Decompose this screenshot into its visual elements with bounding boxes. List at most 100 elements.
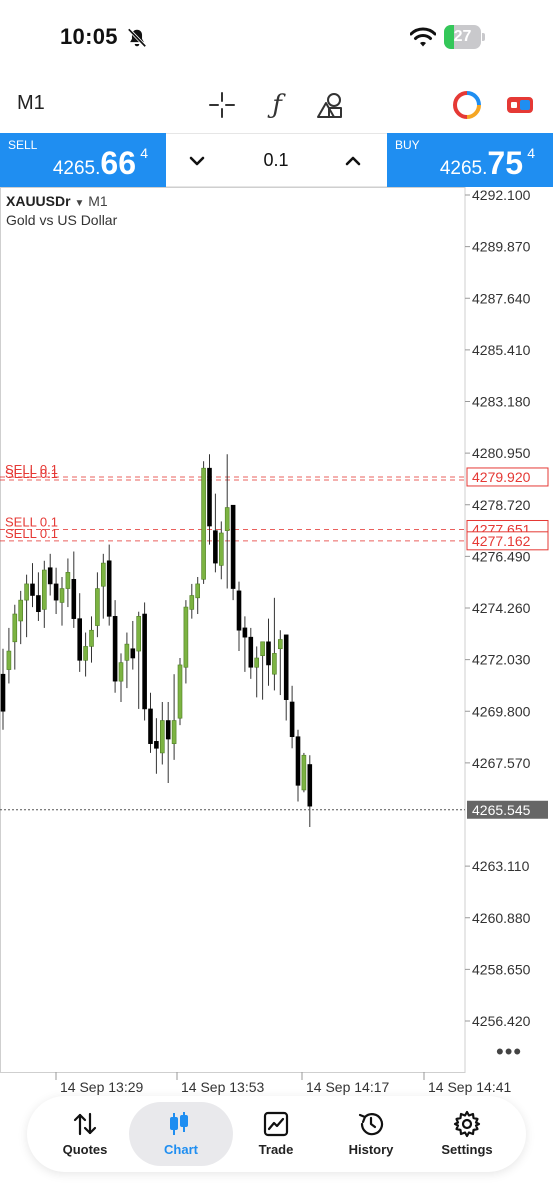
plot-area: [0, 187, 466, 1073]
candle-body: [171, 720, 177, 744]
status-bar: 10:05 27: [0, 0, 553, 80]
y-tick-label: 4263.110: [472, 858, 530, 874]
candle-body: [230, 504, 236, 589]
candle-body: [101, 562, 106, 587]
candle-body: [277, 639, 283, 650]
candle-body: [59, 588, 65, 603]
status-time: 10:05: [60, 24, 118, 49]
candle-body: [83, 646, 88, 661]
candle-body: [307, 764, 313, 807]
dropdown-arrow-icon: ▼: [74, 198, 85, 209]
candle-body: [118, 662, 124, 682]
symbol-title[interactable]: XAUUSDr ▼ M1: [6, 193, 108, 209]
x-tick-label: 14 Sep 13:53: [181, 1079, 265, 1095]
candle-body: [130, 648, 136, 659]
one-click-trading-icon[interactable]: [505, 90, 535, 120]
crosshair-icon[interactable]: [207, 90, 237, 120]
y-tick-label: 4278.720: [472, 497, 531, 513]
order-price-label: 4279.920: [472, 469, 531, 485]
candle-body: [77, 618, 82, 661]
candle-body: [30, 583, 35, 596]
symbol-description: Gold vs US Dollar: [6, 212, 118, 228]
candle-body: [289, 701, 295, 738]
candle-body: [254, 657, 259, 668]
candle-body: [195, 583, 200, 599]
sell-button[interactable]: SELL 4265.66 4: [0, 133, 166, 187]
order-line-label: SELL 0.1: [5, 526, 58, 541]
candle-body: [213, 530, 218, 564]
history-icon: [358, 1113, 384, 1136]
y-tick-label: 4267.570: [472, 755, 531, 771]
signals-icon[interactable]: [452, 90, 482, 120]
buy-button[interactable]: BUY 4265.75 4: [387, 133, 553, 187]
x-tick-label: 14 Sep 14:17: [306, 1079, 390, 1095]
candle-body: [0, 673, 6, 712]
buy-label: BUY: [395, 138, 420, 152]
nav-quotes[interactable]: Quotes: [35, 1102, 135, 1166]
candle-body: [201, 467, 206, 580]
battery-indicator: 27: [444, 25, 486, 49]
candle-body: [177, 664, 183, 719]
y-tick-label: 4276.490: [472, 548, 531, 564]
candle-body: [219, 532, 224, 566]
sell-price: 4265.66 4: [52, 145, 148, 181]
y-tick-label: 4283.180: [472, 394, 531, 410]
y-tick-label: 4260.880: [472, 910, 531, 926]
y-tick-label: 4256.420: [472, 1013, 531, 1029]
buy-price: 4265.75 4: [439, 145, 535, 181]
sell-label: SELL: [8, 138, 38, 152]
candle-body: [248, 636, 254, 668]
candle-body: [148, 708, 153, 744]
candle-body: [47, 567, 53, 585]
lot-size-control: 0.1: [166, 133, 387, 187]
candle-body: [242, 627, 248, 638]
nav-settings[interactable]: Settings: [417, 1102, 517, 1166]
y-tick-label: 4258.650: [472, 961, 531, 977]
candle-body: [106, 560, 112, 617]
candle-body: [6, 650, 12, 670]
candle-body: [260, 641, 265, 656]
chevron-down-icon[interactable]: [186, 150, 208, 172]
objects-icon[interactable]: [315, 90, 345, 120]
candle-body: [272, 653, 277, 675]
candle-body: [112, 616, 118, 682]
candle-body: [165, 720, 171, 740]
candle-body: [301, 754, 307, 791]
order-line-label: SELL 0.1: [5, 466, 58, 481]
candle-body: [95, 588, 100, 626]
chart-toolbar: M1 ƒ: [0, 80, 553, 132]
trade-icon: [263, 1111, 289, 1137]
y-tick-label: 4289.870: [472, 239, 531, 255]
nav-history[interactable]: History: [321, 1102, 421, 1166]
candle-body: [183, 606, 189, 668]
y-tick-label: 4280.950: [472, 445, 531, 461]
price-chart[interactable]: 4292.100 4289.870 4287.640 4285.410 4283.180…: [0, 187, 553, 1107]
candle-body: [53, 583, 59, 601]
candle-body: [236, 590, 242, 631]
candle-body: [207, 467, 212, 527]
nav-chart[interactable]: Chart: [129, 1102, 233, 1166]
more-icon[interactable]: •••: [496, 1039, 522, 1065]
candle-body: [295, 736, 301, 786]
nav-trade[interactable]: Trade: [226, 1102, 326, 1166]
indicators-icon[interactable]: ƒ: [262, 90, 292, 120]
candle-body: [89, 629, 94, 647]
y-tick-label: 4292.100: [472, 187, 531, 203]
timeframe-selector[interactable]: M1: [17, 92, 45, 115]
candle-body: [36, 595, 41, 613]
candle-body: [160, 720, 165, 754]
lot-size-value[interactable]: 0.1: [226, 150, 326, 171]
y-tick-label: 4272.030: [472, 652, 531, 668]
candle-body: [41, 569, 47, 610]
chart-canvas[interactable]: 4292.100 4289.870 4287.640 4285.410 4283.180…: [0, 187, 553, 1107]
order-price-label: 4277.162: [472, 533, 531, 549]
candle-body: [154, 741, 159, 749]
candle-body: [71, 578, 77, 619]
wifi-icon: [410, 27, 436, 47]
chevron-up-icon[interactable]: [342, 150, 364, 172]
battery-percent: 27: [453, 28, 472, 45]
candle-body: [136, 616, 141, 652]
candle-body: [18, 599, 24, 622]
trade-panel: SELL 4265.66 4 0.1 BUY 4265.75 4: [0, 133, 553, 187]
quotes-icon: [73, 1112, 97, 1136]
